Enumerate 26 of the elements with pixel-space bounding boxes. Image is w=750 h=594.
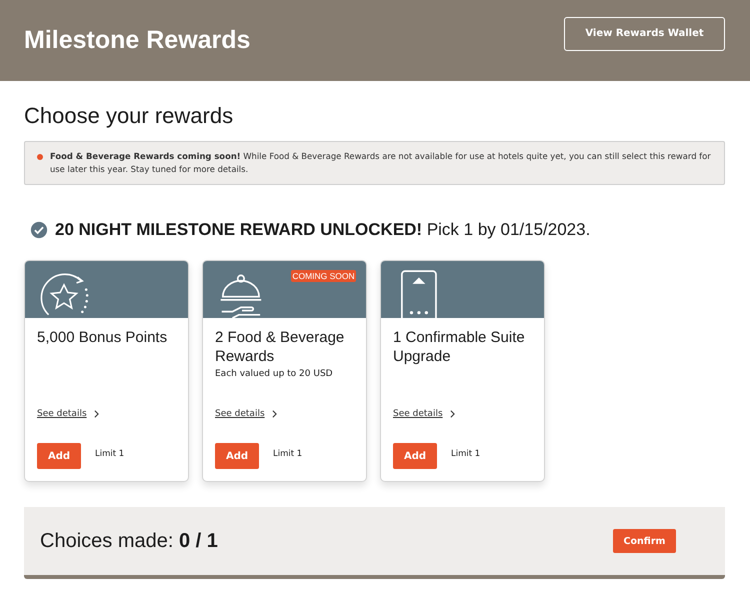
add-button[interactable]: Add [37,443,81,469]
check-icon [30,221,48,239]
confirm-button[interactable]: Confirm [613,529,676,553]
add-button[interactable]: Add [215,443,259,469]
limit-label: Limit 1 [95,449,124,459]
bullet-icon [37,154,43,160]
limit-label: Limit 1 [451,449,480,459]
view-wallet-button[interactable]: View Rewards Wallet [564,16,725,50]
chevron-right-icon [94,410,99,418]
chevron-right-icon [450,410,455,418]
see-details-link[interactable]: See details [215,409,265,419]
chevron-right-icon [272,410,277,418]
section-heading: Choose your rewards [24,103,234,129]
see-details-link[interactable]: See details [393,409,443,419]
reward-title: 1 Confirmable Suite Upgrade [393,328,526,366]
choices-count: Choices made: 0 / 1 [40,530,218,552]
page-title: Milestone Rewards [24,26,250,55]
limit-label: Limit 1 [273,449,302,459]
add-button[interactable]: Add [393,443,437,469]
coming-soon-badge: COMING SOON [291,270,356,282]
see-details-link[interactable]: See details [37,409,87,419]
unlocked-message: 20 NIGHT MILESTONE REWARD UNLOCKED! Pick 1 by 01/15/2023. [55,220,590,240]
notice-text: Food & Beverage Rewards coming soon! While Food & Beverage Rewards are not available for use at hotels quite yet, you can still select this reward for use later this year. Stay tuned for more details. [50,150,712,176]
reward-title: 2 Food & Beverage Rewards [215,328,346,366]
reward-title: 5,000 Bonus Points [37,328,168,347]
reward-subtitle: Each valued up to 20 USD [215,369,334,379]
